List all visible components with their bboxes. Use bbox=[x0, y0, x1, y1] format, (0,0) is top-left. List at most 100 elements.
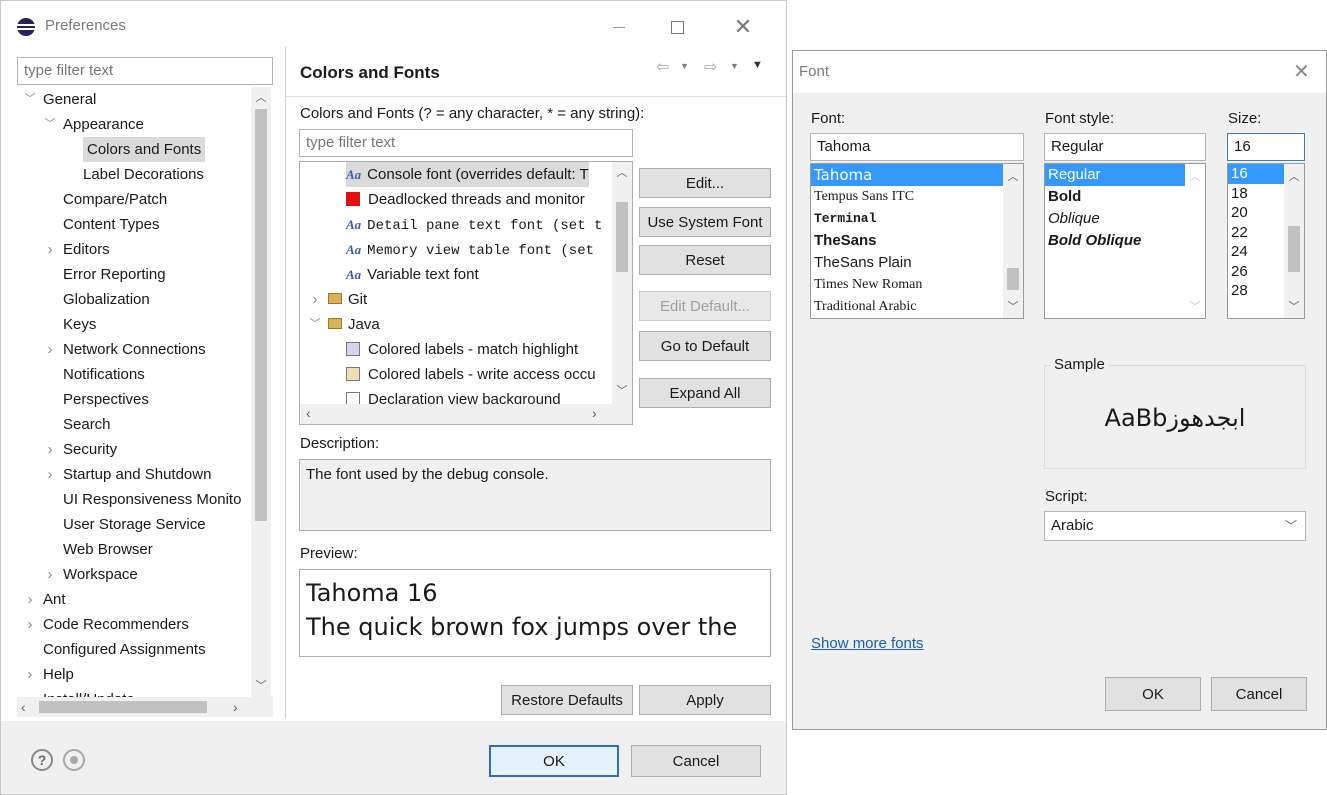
scroll-up-icon[interactable]: ︿ bbox=[252, 89, 270, 105]
scroll-down-icon[interactable]: ﹀ bbox=[252, 677, 270, 693]
colors-tree-vertical-scrollbar[interactable]: ︿ ﹀ bbox=[612, 162, 632, 404]
sidebar-item[interactable]: UI Responsiveness Monito bbox=[17, 487, 251, 512]
style-list-item[interactable]: Oblique bbox=[1045, 208, 1185, 230]
maximize-button[interactable] bbox=[657, 7, 697, 47]
side-button[interactable]: Go to Default bbox=[639, 331, 771, 361]
chevron-right-icon[interactable]: › bbox=[43, 562, 57, 587]
view-menu-icon[interactable]: ▼ bbox=[752, 59, 763, 71]
sidebar-item[interactable]: Content Types bbox=[17, 212, 251, 237]
size-list-item[interactable]: 22 bbox=[1228, 223, 1284, 243]
tree-horizontal-scrollbar[interactable]: ‹ › bbox=[17, 697, 273, 717]
forward-dropdown-icon[interactable]: ▼ bbox=[730, 61, 739, 71]
sidebar-item[interactable]: › Ant bbox=[17, 587, 251, 612]
preferences-tree[interactable]: ﹀ General ﹀ Appearance Colors and Fonts Label… bbox=[17, 87, 273, 717]
font-size-input[interactable]: 16 bbox=[1227, 133, 1305, 161]
font-size-list[interactable]: 16 18 20 22 24 26 28 ︿ ﹀ bbox=[1227, 163, 1305, 319]
sidebar-item[interactable]: User Storage Service bbox=[17, 512, 251, 537]
minimize-button[interactable] bbox=[599, 7, 639, 47]
sidebar-item[interactable]: › Code Recommenders bbox=[17, 612, 251, 637]
size-list-item[interactable]: 16 bbox=[1228, 164, 1284, 184]
font-list-item[interactable]: Terminal bbox=[811, 208, 1003, 230]
colors-fonts-filter-input[interactable]: type filter text bbox=[299, 129, 633, 157]
font-list-item[interactable]: Traditional Arabic bbox=[811, 296, 1003, 318]
show-more-fonts-link[interactable]: Show more fonts bbox=[811, 635, 924, 652]
style-list-item[interactable]: Bold Oblique bbox=[1045, 230, 1185, 252]
sidebar-item[interactable]: Configured Assignments bbox=[17, 637, 251, 662]
scroll-up-icon[interactable]: ︿ bbox=[1186, 168, 1204, 184]
scroll-up-icon[interactable]: ︿ bbox=[1285, 168, 1303, 184]
chevron-right-icon[interactable]: › bbox=[23, 587, 37, 612]
size-list-item[interactable]: 28 bbox=[1228, 281, 1284, 301]
color-tree-item[interactable]: Deadlocked threads and monitor bbox=[300, 187, 612, 212]
chevron-right-icon[interactable]: › bbox=[308, 287, 322, 312]
size-list-item[interactable]: 24 bbox=[1228, 242, 1284, 262]
color-tree-item[interactable]: Colored labels - write access occu bbox=[300, 362, 612, 387]
chevron-right-icon[interactable]: › bbox=[43, 462, 57, 487]
side-button[interactable]: Use System Font bbox=[639, 207, 771, 237]
color-tree-item[interactable]: Aa Detail pane text font (set t bbox=[300, 212, 612, 237]
style-list-item[interactable]: Regular bbox=[1045, 164, 1185, 186]
colors-fonts-tree[interactable]: Aa Console font (overrides default: T Dead… bbox=[299, 161, 633, 425]
colors-tree-scroll-thumb[interactable] bbox=[616, 202, 628, 272]
back-arrow-icon[interactable]: ⇦ bbox=[656, 57, 669, 77]
scroll-down-icon[interactable]: ﹀ bbox=[1004, 298, 1022, 314]
font-list-scroll-thumb[interactable] bbox=[1007, 268, 1019, 290]
side-button[interactable]: Reset bbox=[639, 245, 771, 275]
sidebar-item[interactable]: › Help bbox=[17, 662, 251, 687]
sidebar-item[interactable]: Web Browser bbox=[17, 537, 251, 562]
chevron-down-icon[interactable]: ﹀ bbox=[23, 87, 37, 112]
font-name-list[interactable]: Tahoma Tempus Sans ITC Terminal TheSans TheS… bbox=[810, 163, 1024, 319]
sidebar-item[interactable]: Notifications bbox=[17, 362, 251, 387]
size-list-scrollbar[interactable]: ︿ ﹀ bbox=[1284, 164, 1304, 318]
style-list-scrollbar[interactable]: ︿ ﹀ bbox=[1185, 164, 1205, 318]
sidebar-item[interactable]: ﹀ General bbox=[17, 87, 251, 112]
chevron-right-icon[interactable]: › bbox=[43, 437, 57, 462]
font-list-item[interactable]: Tempus Sans ITC bbox=[811, 186, 1003, 208]
chevron-down-icon[interactable]: ﹀ bbox=[43, 112, 57, 137]
color-tree-item[interactable]: › Git bbox=[300, 287, 612, 312]
sidebar-item[interactable]: › Editors bbox=[17, 237, 251, 262]
scroll-left-icon[interactable]: ‹ bbox=[306, 405, 311, 421]
font-list-item[interactable]: TheSans bbox=[811, 230, 1003, 252]
forward-arrow-icon[interactable]: ⇨ bbox=[704, 57, 717, 77]
size-list-scroll-thumb[interactable] bbox=[1288, 226, 1300, 272]
sidebar-item[interactable]: Label Decorations bbox=[17, 162, 251, 187]
scroll-up-icon[interactable]: ︿ bbox=[613, 164, 631, 180]
style-list-item[interactable]: Bold bbox=[1045, 186, 1185, 208]
cancel-button[interactable]: Cancel bbox=[631, 745, 761, 777]
size-list-item[interactable]: 26 bbox=[1228, 262, 1284, 282]
ok-button[interactable]: OK bbox=[489, 745, 619, 777]
color-tree-item[interactable]: Aa Memory view table font (set bbox=[300, 237, 612, 262]
chevron-right-icon[interactable]: › bbox=[23, 662, 37, 687]
record-icon[interactable] bbox=[63, 749, 85, 771]
scroll-left-icon[interactable]: ‹ bbox=[21, 699, 26, 715]
preferences-filter-input[interactable]: type filter text bbox=[17, 57, 273, 85]
font-dialog-close-button[interactable]: ✕ bbox=[1293, 59, 1310, 84]
sidebar-item[interactable]: ﹀ Appearance bbox=[17, 112, 251, 137]
sidebar-item[interactable]: Search bbox=[17, 412, 251, 437]
tree-scroll-thumb[interactable] bbox=[255, 109, 267, 521]
side-button[interactable]: Edit... bbox=[639, 168, 771, 198]
sidebar-item[interactable]: › Workspace bbox=[17, 562, 251, 587]
font-list-item[interactable]: TheSans Plain bbox=[811, 252, 1003, 274]
font-style-input[interactable]: Regular bbox=[1044, 133, 1206, 161]
color-tree-item[interactable]: ﹀ Java bbox=[300, 312, 612, 337]
scroll-down-icon[interactable]: ﹀ bbox=[613, 382, 631, 398]
colors-tree-hscroll-thumb[interactable] bbox=[322, 408, 582, 420]
back-dropdown-icon[interactable]: ▼ bbox=[680, 61, 689, 71]
sidebar-item[interactable]: › Network Connections bbox=[17, 337, 251, 362]
sidebar-item[interactable]: Compare/Patch bbox=[17, 187, 251, 212]
size-list-item[interactable]: 20 bbox=[1228, 203, 1284, 223]
close-button[interactable]: ✕ bbox=[723, 7, 763, 47]
font-list-item[interactable]: Times New Roman bbox=[811, 274, 1003, 296]
font-cancel-button[interactable]: Cancel bbox=[1211, 677, 1307, 711]
scroll-down-icon[interactable]: ﹀ bbox=[1186, 298, 1204, 314]
sidebar-item[interactable]: Perspectives bbox=[17, 387, 251, 412]
font-ok-button[interactable]: OK bbox=[1105, 677, 1201, 711]
sidebar-item[interactable]: › Startup and Shutdown bbox=[17, 462, 251, 487]
sidebar-item[interactable]: Globalization bbox=[17, 287, 251, 312]
script-select[interactable]: Arabic ﹀ bbox=[1044, 511, 1306, 541]
tree-vertical-scrollbar[interactable]: ︿ ﹀ bbox=[251, 87, 271, 699]
tree-hscroll-thumb[interactable] bbox=[39, 701, 207, 713]
side-button[interactable]: Expand All bbox=[639, 378, 771, 408]
